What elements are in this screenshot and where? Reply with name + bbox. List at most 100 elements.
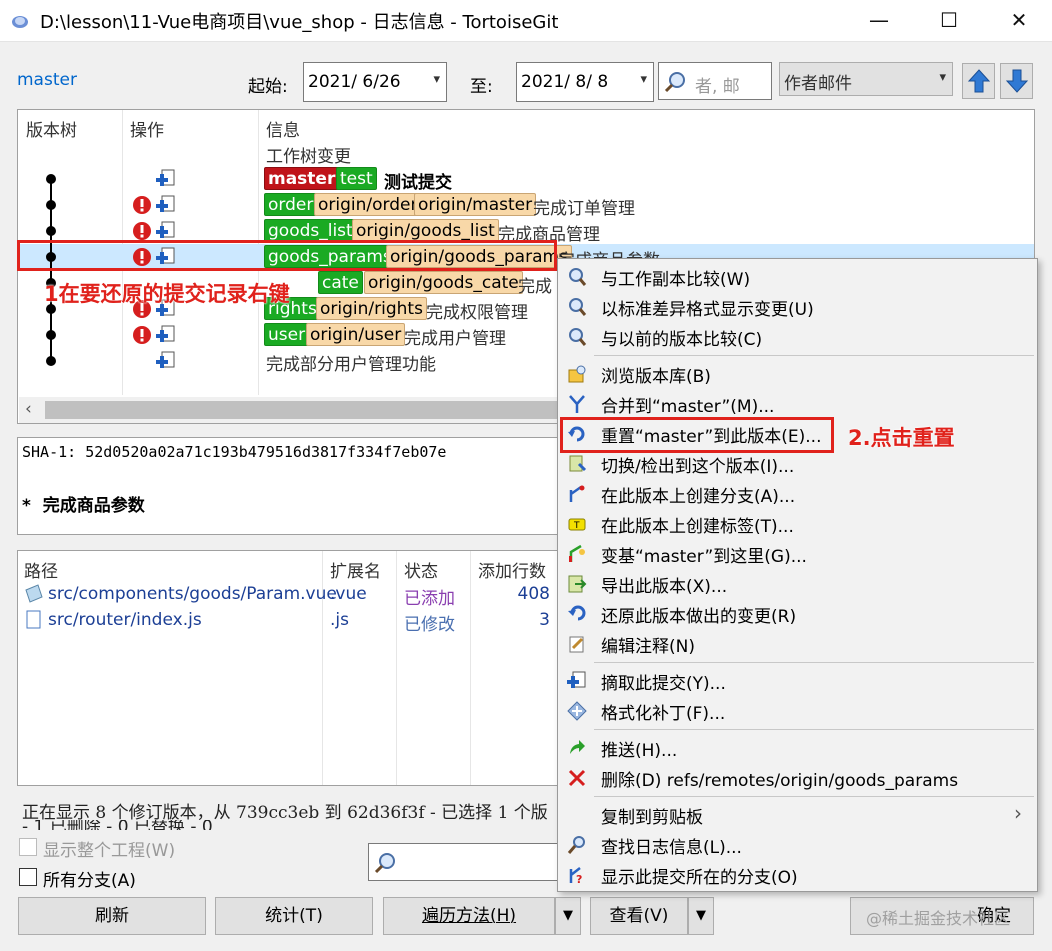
- filter-type-value: 作者邮件: [784, 74, 852, 94]
- statistics-button[interactable]: 统计(T): [215, 897, 373, 935]
- menu-item-push[interactable]: 推送(H)...: [559, 734, 1036, 762]
- file-path[interactable]: src/router/index.js: [48, 610, 202, 630]
- delete-icon: [568, 769, 586, 787]
- menu-item-show-containing-branches[interactable]: ? 显示此提交所在的分支(O): [559, 861, 1036, 889]
- menu-item-label: 查找日志信息(L)...: [601, 838, 742, 858]
- column-header-message[interactable]: 信息: [266, 116, 300, 141]
- commit-message: 完成用户管理: [404, 329, 506, 349]
- patch-icon: [567, 701, 587, 721]
- menu-item-browse-repository[interactable]: 浏览版本库(B): [559, 360, 1036, 388]
- tortoisegit-app-icon: [12, 16, 28, 28]
- export-icon: [568, 575, 587, 593]
- menu-item-label: 切换/检出到这个版本(I)...: [601, 457, 795, 477]
- commit-message: 完成权限管理: [426, 303, 528, 323]
- commit-message: 工作树变更: [266, 147, 351, 167]
- column-header-graph[interactable]: 版本树: [26, 116, 77, 141]
- column-header-actions[interactable]: 操作: [130, 116, 164, 141]
- whole-project-checkbox[interactable]: [19, 838, 37, 856]
- menu-item-compare-previous[interactable]: 与以前的版本比较(C): [559, 323, 1036, 351]
- search-placeholder: 者, 邮: [695, 77, 740, 97]
- scroll-left-icon[interactable]: ‹: [25, 399, 32, 419]
- js-file-icon: [26, 610, 41, 629]
- commit-sha: SHA-1: 52d0520a02a71c193b479516d3817f334…: [22, 443, 447, 461]
- menu-item-merge[interactable]: 合并到“master”(M)...: [559, 390, 1036, 418]
- menu-item-cherry-pick[interactable]: 摘取此提交(Y)...: [559, 667, 1036, 695]
- column-header-path[interactable]: 路径: [24, 557, 58, 582]
- chevron-down-icon: ▾: [939, 70, 946, 85]
- context-menu[interactable]: 与工作副本比较(W) 以标准差异格式显示变更(U) 与以前的版本比较(C) 浏览…: [557, 258, 1038, 892]
- status-summary-line2-text: - 1 已删除 - 0 已替换 - 0: [22, 820, 213, 830]
- search-input[interactable]: 者, 邮: [658, 62, 772, 100]
- menu-item-compare-working-copy[interactable]: 与工作副本比较(W): [559, 263, 1036, 291]
- commit-detail-pane[interactable]: SHA-1: 52d0520a02a71c193b479516d3817f334…: [17, 437, 562, 535]
- column-header-lines-added[interactable]: 添加行数: [478, 557, 546, 582]
- file-status: 已修改: [404, 615, 455, 635]
- remote-tag: origin/rights: [316, 297, 427, 320]
- walk-behavior-dropdown[interactable]: ▼: [555, 897, 581, 935]
- column-header-status[interactable]: 状态: [404, 557, 438, 582]
- conflict-warning-icon: [133, 196, 151, 214]
- file-path[interactable]: src/components/goods/Param.vue: [48, 584, 337, 604]
- menu-item-switch-checkout[interactable]: 切换/检出到这个版本(I)...: [559, 450, 1036, 478]
- menu-item-revert-changes[interactable]: 还原此版本做出的变更(R): [559, 600, 1036, 628]
- file-lines-added: 3: [539, 610, 550, 630]
- magnifier-icon: [569, 328, 587, 346]
- to-date-value: 2021/ 8/ 8: [521, 72, 609, 92]
- edit-notes-icon: [569, 636, 584, 653]
- all-branches-checkbox[interactable]: [19, 868, 37, 886]
- file-added-icon: [156, 221, 175, 238]
- menu-item-format-patch[interactable]: 格式化补丁(F)...: [559, 697, 1036, 725]
- branch-tag-head: master: [264, 167, 340, 190]
- next-commit-button[interactable]: [1000, 63, 1033, 99]
- branch-tag: test: [336, 167, 377, 190]
- scrollbar-thumb[interactable]: [45, 401, 565, 419]
- menu-item-label: 摘取此提交(Y)...: [601, 674, 726, 694]
- from-date-picker[interactable]: 2021/ 6/26 ▾: [303, 62, 447, 102]
- remote-tag: origin/master: [414, 193, 537, 216]
- menu-item-show-unified-diff[interactable]: 以标准差异格式显示变更(U): [559, 293, 1036, 321]
- branch-tag: order: [264, 193, 318, 216]
- minimize-button[interactable]: —: [856, 0, 902, 42]
- menu-item-label: 还原此版本做出的变更(R): [601, 607, 797, 627]
- view-button[interactable]: 查看(V): [590, 897, 688, 935]
- arrow-up-icon: [967, 69, 991, 93]
- menu-item-copy-to-clipboard[interactable]: 复制到剪贴板 ›: [559, 801, 1036, 829]
- svg-text:?: ?: [576, 873, 582, 885]
- maximize-button[interactable]: ☐: [926, 0, 972, 42]
- to-date-picker[interactable]: 2021/ 8/ 8 ▾: [516, 62, 654, 102]
- conflict-warning-icon: [133, 326, 151, 344]
- commit-node: [46, 200, 56, 210]
- find-icon: [567, 836, 585, 854]
- watermark: @稀土掘金技术社区: [866, 909, 1011, 928]
- previous-commit-button[interactable]: [962, 63, 995, 99]
- commit-message: 完成订单管理: [533, 199, 635, 219]
- menu-item-find-log[interactable]: 查找日志信息(L)...: [559, 831, 1036, 859]
- menu-item-label: 与以前的版本比较(C): [601, 330, 763, 350]
- menu-item-delete-ref[interactable]: 删除(D) refs/remotes/origin/goods_params: [559, 764, 1036, 792]
- changed-files-list[interactable]: 路径 扩展名 状态 添加行数 src/components/goods/Para…: [17, 550, 562, 786]
- search-filter-select[interactable]: 作者邮件 ▾: [779, 62, 953, 96]
- to-date-label: 至:: [470, 77, 493, 97]
- menu-item-label: 在此版本上创建分支(A)...: [601, 487, 796, 507]
- menu-item-rebase[interactable]: 变基“master”到这里(G)...: [559, 540, 1036, 568]
- menu-item-label: 删除(D) refs/remotes/origin/goods_params: [601, 771, 959, 791]
- search-icon: [374, 853, 395, 874]
- view-dropdown[interactable]: ▼: [688, 897, 714, 935]
- current-branch-link[interactable]: master: [17, 70, 77, 90]
- file-added-icon: [156, 325, 175, 342]
- column-header-extension[interactable]: 扩展名: [330, 557, 381, 582]
- menu-item-label: 变基“master”到这里(G)...: [601, 547, 807, 567]
- commit-node: [46, 226, 56, 236]
- menu-item-create-tag[interactable]: T 在此版本上创建标签(T)...: [559, 510, 1036, 538]
- repository-browser-icon: [568, 365, 586, 383]
- commit-message: 测试提交: [384, 173, 452, 193]
- branches-icon: ?: [569, 867, 582, 885]
- file-filter-input[interactable]: [368, 843, 558, 881]
- magnifier-icon: [569, 268, 587, 286]
- refresh-button[interactable]: 刷新: [18, 897, 206, 935]
- close-button[interactable]: ✕: [996, 0, 1042, 42]
- menu-item-create-branch[interactable]: 在此版本上创建分支(A)...: [559, 480, 1036, 508]
- menu-item-edit-notes[interactable]: 编辑注释(N): [559, 630, 1036, 658]
- walk-behavior-button[interactable]: 遍历方法(H): [383, 897, 555, 935]
- menu-item-export[interactable]: 导出此版本(X)...: [559, 570, 1036, 598]
